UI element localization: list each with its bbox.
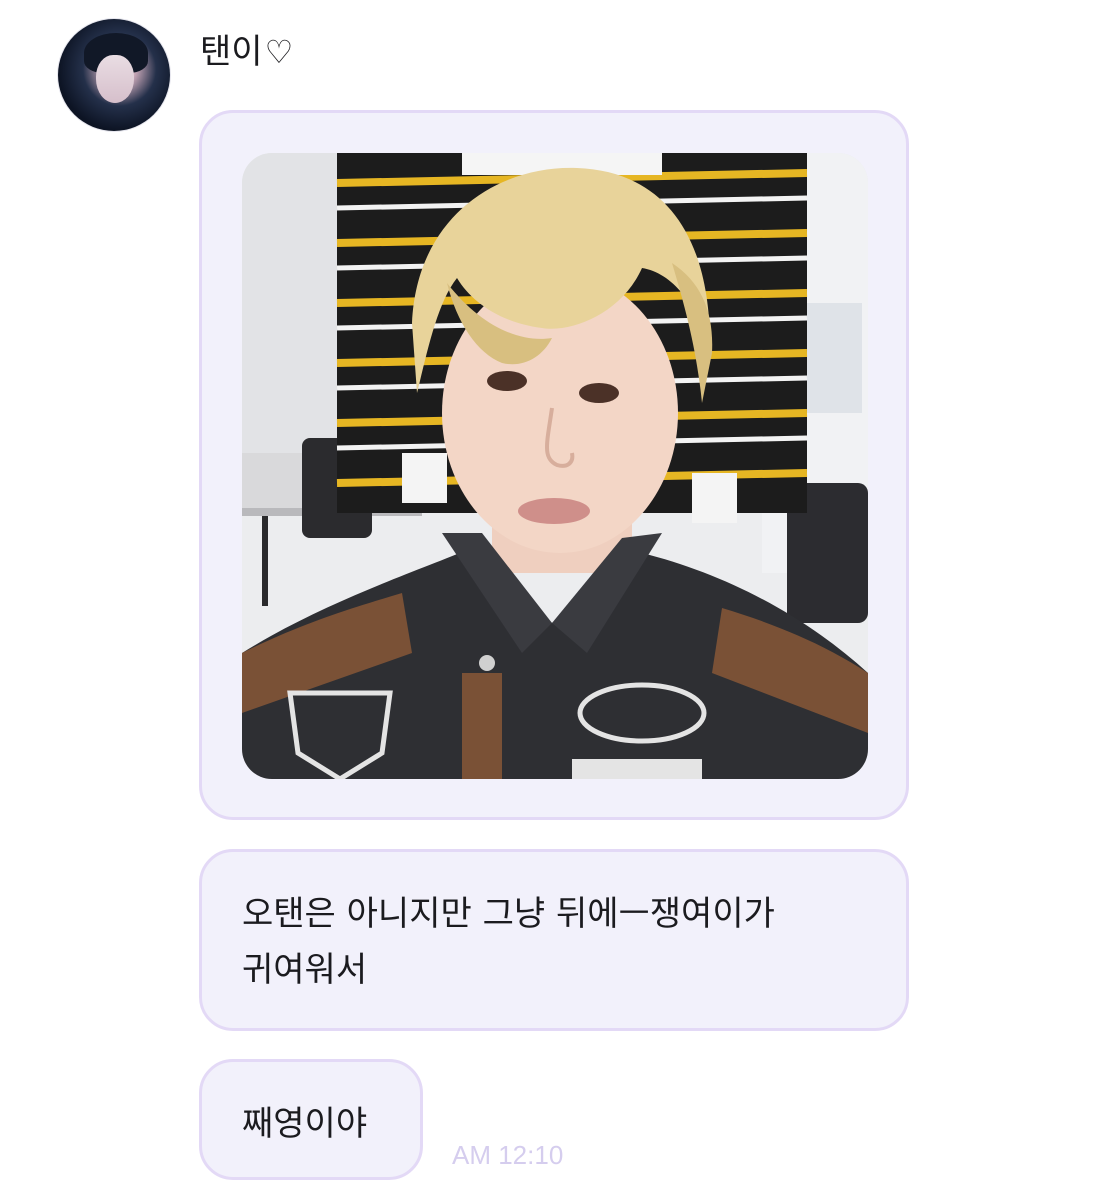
sender-name-row: 탠이 ♡ [200, 30, 293, 74]
message-timestamp: AM 12:10 [452, 1140, 564, 1170]
chat-thread: 탠이 ♡ 오탠은 아니지만 그냥 뒤에ㅡ쟁여이가 귀여워서 째영이야 AM 12… [0, 0, 1118, 1200]
text-message-bubble[interactable]: 째영이야 [199, 1059, 423, 1180]
selfie-photo-illustration [242, 153, 868, 779]
heart-outline-icon: ♡ [264, 33, 294, 71]
sender-avatar[interactable] [58, 19, 170, 131]
message-text: 째영이야 [242, 1104, 368, 1144]
message-text: 오탠은 아니지만 그냥 뒤에ㅡ쟁여이가 귀여워서 [242, 894, 775, 990]
photo-message-bubble[interactable] [199, 110, 909, 820]
sender-name: 탠이 [200, 32, 263, 72]
text-message-bubble[interactable]: 오탠은 아니지만 그냥 뒤에ㅡ쟁여이가 귀여워서 [199, 849, 909, 1031]
selfie-photo[interactable] [242, 153, 868, 779]
avatar-face [96, 55, 134, 103]
